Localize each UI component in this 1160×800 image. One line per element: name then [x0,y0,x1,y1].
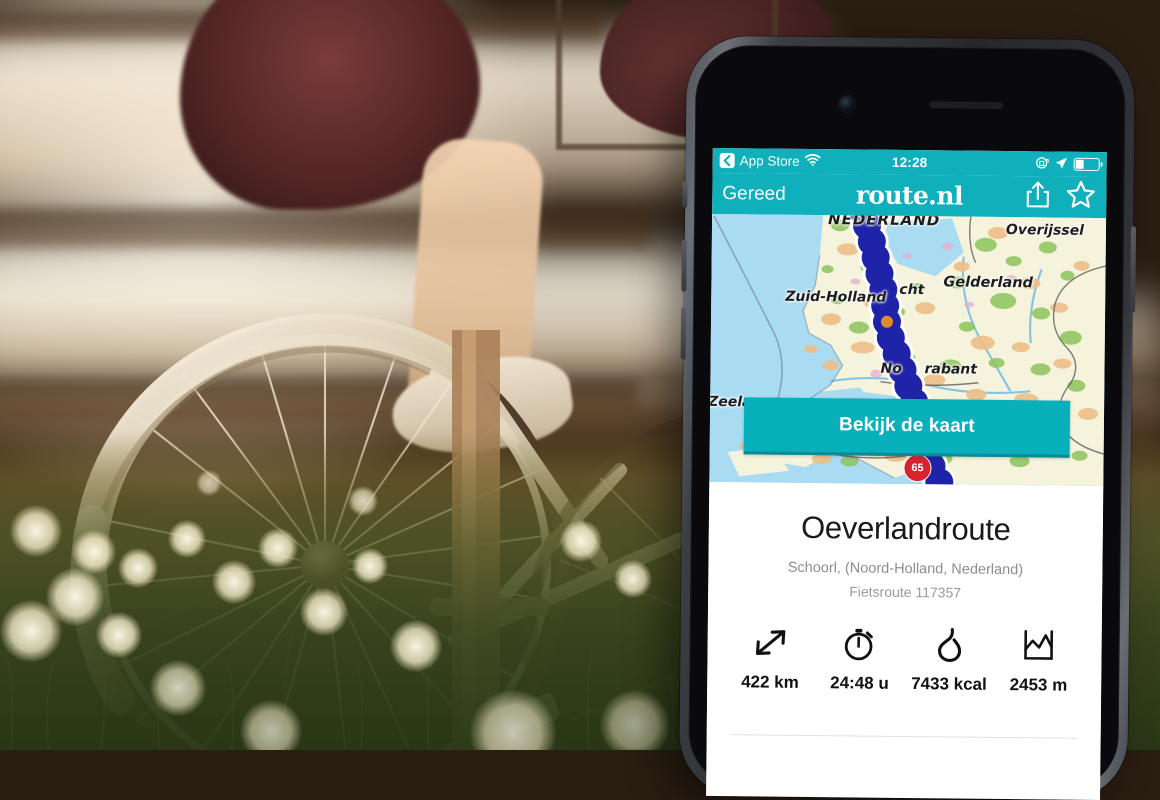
view-map-button[interactable]: Bekijk de kaart [743,397,1071,458]
map-label: Overijssel [1005,222,1085,239]
share-icon[interactable] [1024,180,1051,214]
route-map[interactable]: NEDERLAND Overijssel Gelderland Zuid-Hol… [709,213,1107,487]
stat-value: 422 km [741,672,799,692]
stat-value: 7433 kcal [911,674,987,694]
nav-actions [1024,179,1096,215]
orientation-lock-icon [1036,156,1049,172]
map-label: No [880,360,902,377]
map-label: NEDERLAND [827,213,941,230]
phone-screen: App Store 12:28 Gereed route.nl NEDERLAN… [706,147,1107,800]
front-camera [839,96,855,112]
volume-down-button[interactable] [680,307,687,360]
flame-icon [932,628,966,663]
route-detail: Oeverlandroute Schoorl, (Noord-Holland, … [706,481,1104,740]
battery-icon [1073,157,1100,172]
stopwatch-icon [842,627,878,661]
elevation-chart-icon [1021,629,1057,663]
stat-value: 2453 m [1009,675,1068,695]
iphone-device: App Store 12:28 Gereed route.nl NEDERLAN… [679,35,1137,800]
stat-value: 24:48 u [830,673,889,693]
route-location: Schoorl, (Noord-Holland, Nederland) [787,559,1024,579]
mute-switch[interactable] [682,181,688,208]
earpiece-speaker [929,101,1004,109]
map-label: Zuid-Holland [785,288,887,306]
map-label: cht [899,281,925,299]
stat-duration: 24:48 u [815,627,905,694]
route-title: Oeverlandroute [800,509,1011,548]
distance-arrows-icon [750,626,790,660]
stat-elevation: 2453 m [994,629,1084,696]
location-arrow-icon [1055,156,1068,172]
map-label: rabant [924,361,978,378]
route-stats: 422 km 24:48 u 7433 kcal 2453 m [721,626,1088,696]
stat-distance: 422 km [725,626,815,693]
power-button[interactable] [1130,226,1137,313]
status-bar-right [1036,156,1100,173]
app-nav-bar: Gereed route.nl [712,172,1107,219]
stat-calories: 7433 kcal [904,628,994,695]
node-marker-65[interactable]: 65 [903,453,932,483]
volume-up-button[interactable] [681,239,687,292]
star-outline-icon[interactable] [1065,180,1096,215]
map-label: Gelderland [943,274,1034,292]
section-divider [730,734,1077,739]
route-identifier: Fietsroute 117357 [849,583,962,601]
